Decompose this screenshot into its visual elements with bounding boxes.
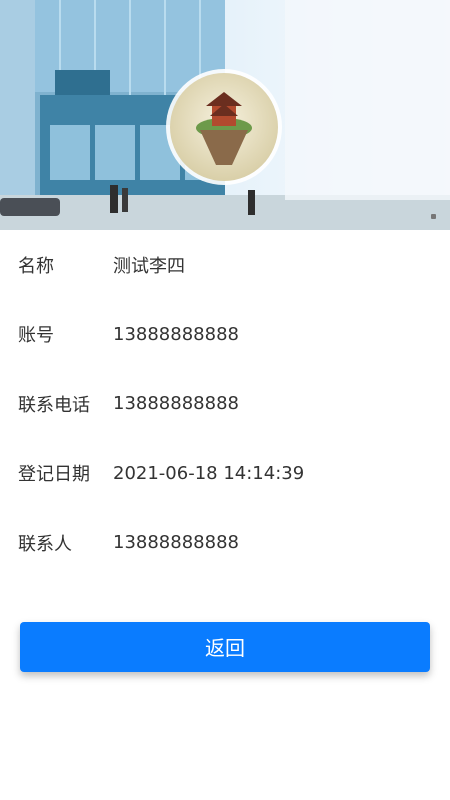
field-value: 2021-06-18 14:14:39 [113,462,305,484]
banner-image [0,0,450,230]
field-row-account: 账号 13888888888 [18,300,432,370]
field-label: 登记日期 [18,464,90,486]
back-button[interactable]: 返回 [20,621,430,672]
field-value: 13888888888 [113,323,239,345]
field-label: 名称 [18,255,54,277]
field-row-register-date: 登记日期 2021-06-18 14:14:39 [18,439,432,509]
detail-list: 名称 测试李四 账号 13888888888 联系电话 13888888888 … [0,230,450,578]
field-row-contact: 联系人 13888888888 [18,508,432,578]
field-value: 13888888888 [113,532,239,554]
field-value: 测试李四 [113,255,185,277]
field-label: 联系电话 [18,394,90,416]
field-row-phone: 联系电话 13888888888 [18,369,432,439]
field-label: 账号 [18,325,54,347]
field-row-name: 名称 测试李四 [18,230,432,300]
field-value: 13888888888 [113,393,239,415]
carousel-indicator[interactable] [431,214,436,219]
banner-carousel[interactable] [0,0,450,230]
field-label: 联系人 [18,533,72,555]
